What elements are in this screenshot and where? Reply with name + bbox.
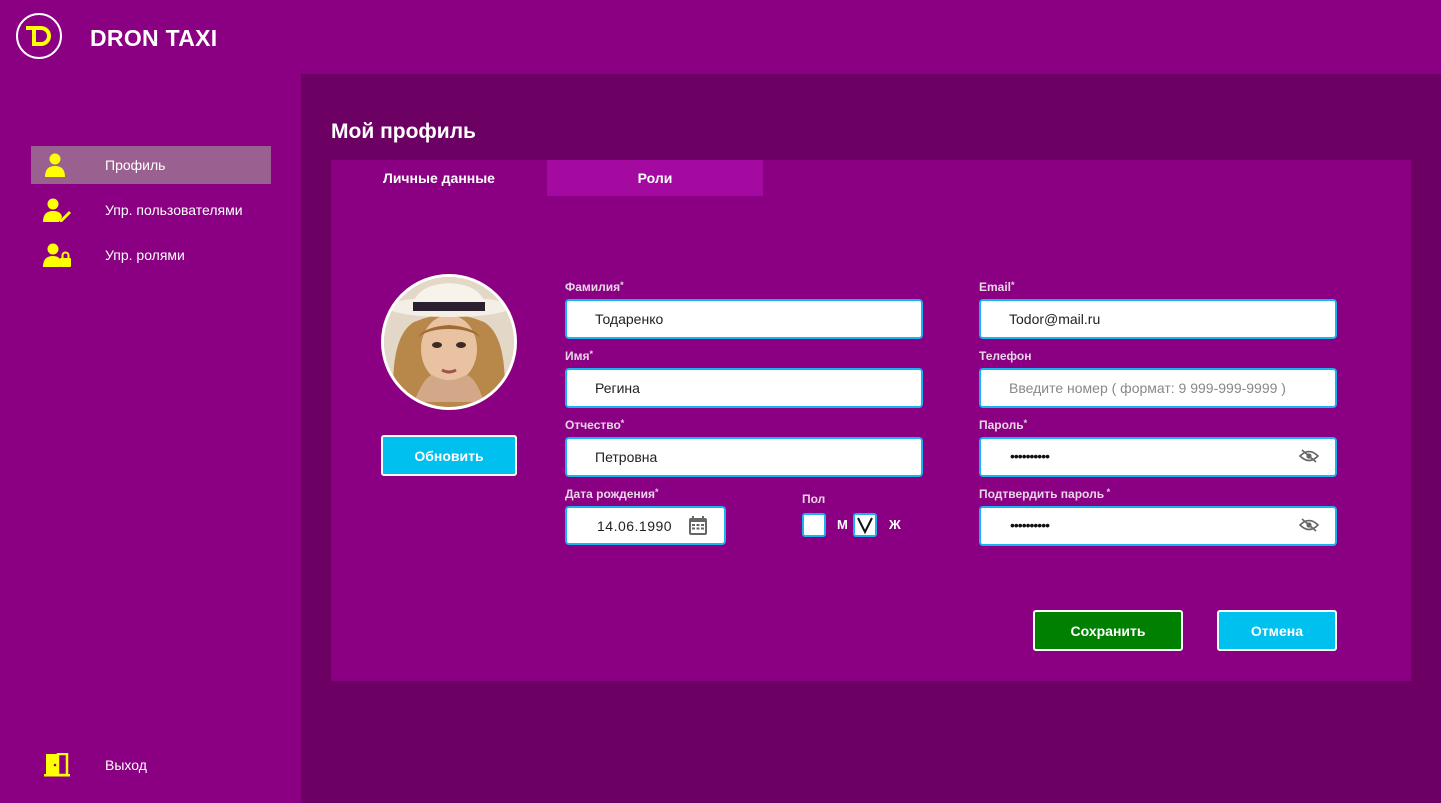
brand-name: DRON TAXI <box>90 25 218 51</box>
save-button[interactable]: Сохранить <box>1033 610 1183 651</box>
birth-date-label: Дата рождения* <box>565 487 659 501</box>
user-lock-icon <box>43 243 71 267</box>
tab-roles[interactable]: Роли <box>547 160 763 196</box>
cancel-button[interactable]: Отмена <box>1217 610 1337 651</box>
phone-label: Телефон <box>979 349 1032 363</box>
eye-off-icon[interactable] <box>1299 449 1319 463</box>
gender-female-checkbox[interactable] <box>853 513 877 537</box>
phone-field[interactable] <box>979 368 1337 408</box>
gender-female-label: Ж <box>889 517 901 532</box>
profile-card: Личные данные Роли Обновить Фамилия* Тод… <box>331 160 1411 681</box>
sidebar-item-label: Профиль <box>105 157 166 173</box>
exit-door-icon <box>44 753 70 777</box>
password-field[interactable] <box>979 437 1337 477</box>
sidebar-item-label: Упр. ролями <box>105 247 185 263</box>
confirm-password-label: Подтвердить пароль * <box>979 487 1111 501</box>
avatar <box>381 274 517 410</box>
avatar-photo <box>384 277 514 407</box>
middle-name-field[interactable] <box>565 437 923 477</box>
gender-male-checkbox[interactable] <box>802 513 826 537</box>
tab-personal-data[interactable]: Личные данные <box>331 160 547 196</box>
sidebar-item-roles[interactable]: Упр. ролями <box>31 236 271 274</box>
logo-icon <box>26 26 51 46</box>
user-edit-icon <box>43 198 71 222</box>
email-label: Email* <box>979 280 1015 294</box>
logout-button[interactable]: Выход <box>31 746 271 784</box>
gender-label: Пол <box>802 492 826 506</box>
calendar-icon[interactable] <box>689 516 707 535</box>
update-photo-button[interactable]: Обновить <box>381 435 517 476</box>
first-name-label: Имя* <box>565 349 594 363</box>
logo[interactable] <box>16 13 62 59</box>
first-name-field[interactable] <box>565 368 923 408</box>
user-icon <box>45 153 65 177</box>
last-name-field[interactable] <box>565 299 923 339</box>
email-field[interactable] <box>979 299 1337 339</box>
last-name-label: Фамилия* <box>565 280 624 294</box>
page-title: Мой профиль <box>331 120 476 143</box>
confirm-password-field[interactable] <box>979 506 1337 546</box>
main-content: Мой профиль Личные данные Роли Обновить <box>301 74 1441 803</box>
eye-off-icon[interactable] <box>1299 518 1319 532</box>
password-label: Пароль* <box>979 418 1028 432</box>
app-header: DRON TAXI <box>0 0 1441 74</box>
middle-name-label: Отчество* <box>565 418 625 432</box>
sidebar-item-users[interactable]: Упр. пользователями <box>31 191 271 229</box>
sidebar: Профиль Упр. пользователями Упр. ролями … <box>0 74 301 803</box>
sidebar-item-profile[interactable]: Профиль <box>31 146 271 184</box>
checkmark-icon <box>857 517 873 535</box>
logout-label: Выход <box>105 757 147 773</box>
sidebar-item-label: Упр. пользователями <box>105 202 243 218</box>
gender-male-label: М <box>837 517 848 532</box>
